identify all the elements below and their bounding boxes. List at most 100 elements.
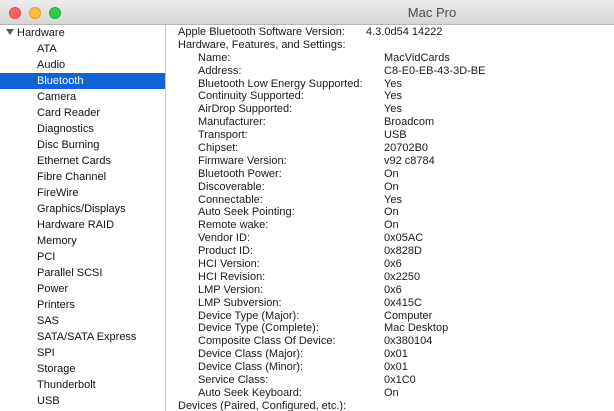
detail-key: Firmware Version: <box>198 154 287 167</box>
detail-row: Device Class (Major): 0x01 <box>178 348 608 361</box>
sidebar-item-fibre-channel[interactable]: Fibre Channel <box>0 169 165 185</box>
sidebar-item-ethernet-cards[interactable]: Ethernet Cards <box>0 153 165 169</box>
detail-value: C8-E0-EB-43-3D-BE <box>384 64 486 77</box>
sidebar-group-label: Hardware <box>17 27 65 39</box>
detail-row: Bluetooth Low Energy Supported: Yes <box>178 78 608 91</box>
sidebar-item-bluetooth[interactable]: Bluetooth <box>0 73 165 89</box>
sidebar-item-power[interactable]: Power <box>0 281 165 297</box>
detail-row: Chipset: 20702B0 <box>178 142 608 155</box>
detail-row: Vendor ID: 0x05AC <box>178 232 608 245</box>
sidebar-item-camera[interactable]: Camera <box>0 89 165 105</box>
detail-key: LMP Subversion: <box>198 296 282 309</box>
detail-value: Yes <box>384 193 402 206</box>
detail-key: Device Class (Minor): <box>198 361 304 374</box>
detail-value: 0x01 <box>384 361 408 374</box>
sidebar-item-spi[interactable]: SPI <box>0 345 165 361</box>
detail-key: HCI Revision: <box>198 270 266 283</box>
detail-value: 0x2250 <box>384 270 421 283</box>
detail-value: Yes <box>384 103 402 116</box>
detail-key: Continuity Supported: <box>198 90 304 103</box>
sidebar-item-thunderbolt[interactable]: Thunderbolt <box>0 377 165 393</box>
detail-key: Auto Seek Keyboard: <box>198 386 302 399</box>
detail-value: Yes <box>384 77 402 90</box>
sidebar-item-hardware-raid[interactable]: Hardware RAID <box>0 217 165 233</box>
detail-key: Transport: <box>198 129 248 142</box>
detail-value: USB <box>384 129 407 142</box>
detail-row: LMP Version: 0x6 <box>178 284 608 297</box>
detail-value: Yes <box>384 90 402 103</box>
detail-row: HCI Version: 0x6 <box>178 258 608 271</box>
sidebar-item-storage[interactable]: Storage <box>0 361 165 377</box>
detail-value: MacVidCards <box>384 51 450 64</box>
sidebar-item-ata[interactable]: ATA <box>0 41 165 57</box>
detail-row: AirDrop Supported: Yes <box>178 103 608 116</box>
detail-row: Auto Seek Keyboard: On <box>178 387 608 400</box>
sidebar-item-diagnostics[interactable]: Diagnostics <box>0 121 165 137</box>
detail-key: Composite Class Of Device: <box>198 335 336 348</box>
detail-value: 0x01 <box>384 348 408 361</box>
detail-value: On <box>384 206 399 219</box>
detail-key: HCI Version: <box>198 258 260 271</box>
detail-value: v92 c8784 <box>384 154 435 167</box>
detail-key: Device Type (Major): <box>198 309 300 322</box>
detail-value: 0x415C <box>384 296 422 309</box>
detail-value: Computer <box>384 309 433 322</box>
detail-key: Discoverable: <box>198 180 265 193</box>
sidebar-item-card-reader[interactable]: Card Reader <box>0 105 165 121</box>
sidebar-item-audio[interactable]: Audio <box>0 57 165 73</box>
sidebar-item-firewire[interactable]: FireWire <box>0 185 165 201</box>
detail-key: Address: <box>198 64 242 77</box>
detail-value: 0x828D <box>384 245 422 258</box>
disclosure-triangle-icon[interactable] <box>6 29 14 35</box>
detail-row: LMP Subversion: 0x415C <box>178 297 608 310</box>
detail-value: 20702B0 <box>384 142 429 155</box>
detail-value: 0x1C0 <box>384 374 416 387</box>
detail-key: LMP Version: <box>198 283 264 296</box>
software-version-row: Apple Bluetooth Software Version: 4.3.0d… <box>178 26 608 39</box>
detail-value: On <box>384 167 399 180</box>
detail-row: Connectable: Yes <box>178 194 608 207</box>
sidebar-item-memory[interactable]: Memory <box>0 233 165 249</box>
detail-value: On <box>384 180 399 193</box>
detail-row: Auto Seek Pointing: On <box>178 206 608 219</box>
detail-key: Chipset: <box>198 142 239 155</box>
devices-section-heading: Devices (Paired, Configured, etc.): <box>178 399 347 411</box>
detail-row: Firmware Version: v92 c8784 <box>178 155 608 168</box>
sidebar-item-graphics-displays[interactable]: Graphics/Displays <box>0 201 165 217</box>
detail-row: Device Class (Minor): 0x01 <box>178 361 608 374</box>
detail-row: Discoverable: On <box>178 181 608 194</box>
sidebar-item-usb[interactable]: USB <box>0 393 165 409</box>
detail-value: On <box>384 386 399 399</box>
detail-key: Connectable: <box>198 193 263 206</box>
detail-row: Address: C8-E0-EB-43-3D-BE <box>178 65 608 78</box>
detail-key: AirDrop Supported: <box>198 103 293 116</box>
sidebar: Hardware ATA Audio Bluetooth Camera Card… <box>0 25 166 411</box>
detail-value: Broadcom <box>384 116 435 129</box>
detail-row: Service Class: 0x1C0 <box>178 374 608 387</box>
detail-row: Device Type (Complete): Mac Desktop <box>178 322 608 335</box>
detail-row: Transport: USB <box>178 129 608 142</box>
detail-key: Remote wake: <box>198 219 269 232</box>
software-version-label: Apple Bluetooth Software Version: <box>178 26 345 38</box>
detail-row: HCI Revision: 0x2250 <box>178 271 608 284</box>
detail-key: Device Class (Major): <box>198 348 304 361</box>
detail-key: Name: <box>198 51 231 64</box>
detail-key: Service Class: <box>198 374 269 387</box>
sidebar-item-printers[interactable]: Printers <box>0 297 165 313</box>
sidebar-item-pci[interactable]: PCI <box>0 249 165 265</box>
detail-key: Bluetooth Low Energy Supported: <box>198 77 363 90</box>
software-version-value: 4.3.0d54 14222 <box>366 26 443 38</box>
detail-key: Bluetooth Power: <box>198 167 282 180</box>
window-title: Mac Pro <box>407 5 457 20</box>
sidebar-item-parallel-scsi[interactable]: Parallel SCSI <box>0 265 165 281</box>
sidebar-item-sas[interactable]: SAS <box>0 313 165 329</box>
detail-value: 0x380104 <box>384 335 433 348</box>
sidebar-item-disc-burning[interactable]: Disc Burning <box>0 137 165 153</box>
detail-value: 0x05AC <box>384 232 424 245</box>
detail-row: Composite Class Of Device: 0x380104 <box>178 335 608 348</box>
sidebar-group-hardware[interactable]: Hardware <box>0 25 165 41</box>
sidebar-item-sata[interactable]: SATA/SATA Express <box>0 329 165 345</box>
title-bar: Mac Pro <box>0 0 614 25</box>
detail-row: Bluetooth Power: On <box>178 168 608 181</box>
detail-key: Auto Seek Pointing: <box>198 206 295 219</box>
